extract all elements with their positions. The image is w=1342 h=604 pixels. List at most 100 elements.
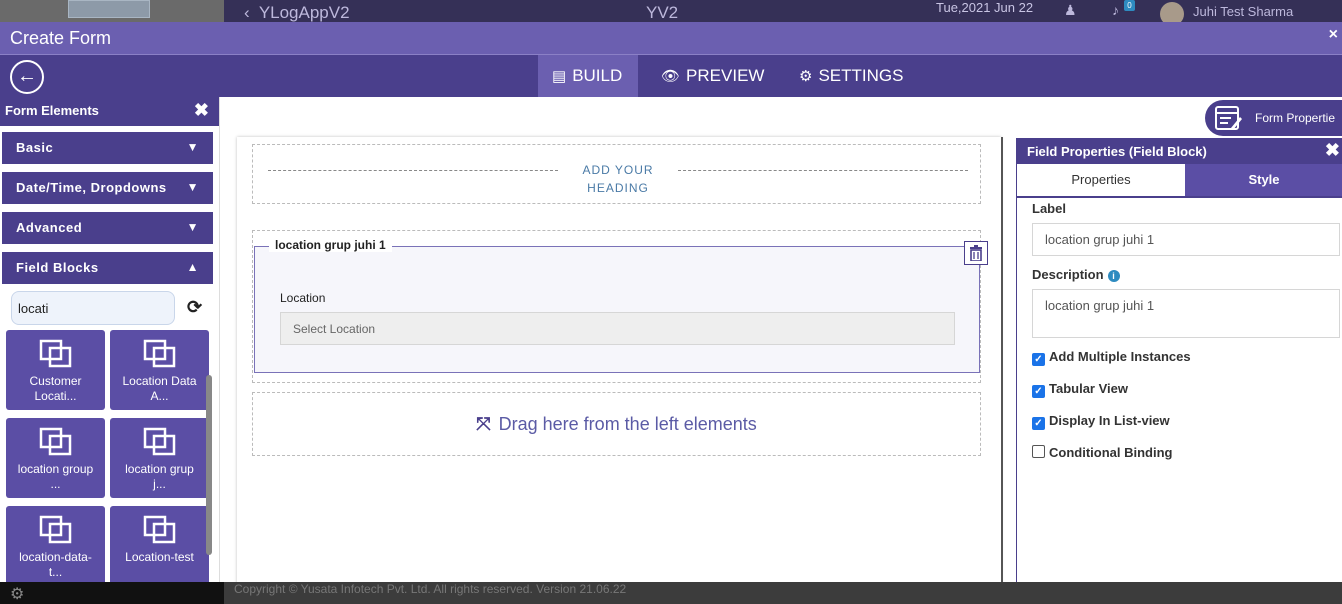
description-caption: Description i [1032,267,1120,282]
display-in-list-view-checkbox[interactable]: ✓ Display In List-view [1032,413,1170,430]
gear-icon: ⚙ [10,586,25,603]
properties-tabs: Properties Style [1017,164,1342,198]
checkbox-checked-icon[interactable]: ✓ [1032,417,1045,430]
tab-preview[interactable]: 👁 PREVIEW [647,55,778,97]
refresh-icon[interactable]: ⟳ [187,297,202,318]
close-icon[interactable]: ✖ [1325,140,1340,161]
info-icon[interactable]: i [1107,270,1120,282]
form-canvas-area: Form Propertie ADD YOUR HEADING location… [221,97,1342,586]
create-form-modal: Create Form × ← ▤ BUILD 👁 PREVIEW ⚙ SETTING… [0,22,1342,586]
field-block[interactable]: location grup juhi 1 Location Select Loc… [254,238,988,373]
tile-label: t... [48,565,63,579]
checkbox-checked-icon[interactable]: ✓ [1032,385,1045,398]
section-datetime-label: Date/Time, Dropdowns [16,180,167,195]
tab-properties[interactable]: Properties [1017,164,1185,196]
chevron-down-icon: ▼ [186,180,199,194]
checkbox-checked-icon[interactable]: ✓ [1032,353,1045,366]
tile-label: location-data- [19,550,92,564]
modal-title: Create Form [10,28,112,48]
tile-customer-location[interactable]: Customer Locati... [6,330,105,410]
tile-location-grup[interactable]: location grup j... [110,418,209,498]
heading-placeholder[interactable]: ADD YOUR HEADING [252,144,981,204]
close-icon[interactable]: ✖ [194,100,209,121]
tab-build[interactable]: ▤ BUILD [538,55,638,97]
form-canvas: ADD YOUR HEADING location grup juhi 1 Lo… [237,137,1001,586]
form-properties-icon [1215,106,1242,130]
divider [268,170,558,171]
expand-arrows-icon: ⤧ [476,414,491,434]
form-properties-button[interactable]: Form Propertie [1205,100,1342,136]
background-app-title: ‹ YLogAppV2 [244,3,350,22]
tile-label: j... [153,477,166,491]
form-elements-title: Form Elements [5,103,99,118]
tab-bar: ← ▤ BUILD 👁 PREVIEW ⚙ SETTINGS [0,55,1342,97]
tab-build-label: BUILD [572,66,623,85]
section-basic-label: Basic [16,140,54,155]
drop-zone[interactable]: ⤧ Drag here from the left elements [252,392,981,456]
delete-button[interactable] [964,241,988,265]
field-block-search: ⟳ [11,291,219,325]
section-field-blocks[interactable]: Field Blocks ▲ [2,252,213,284]
field-block-icon [143,515,175,544]
checkbox-label: Tabular View [1049,381,1128,396]
background-app-title-text: YLogAppV2 [258,3,350,22]
heading-line2: HEADING [587,181,649,195]
section-basic[interactable]: Basic ▼ [2,132,213,164]
runner-icon: ♟ [1064,2,1077,18]
arrow-left-icon: ← [17,65,37,87]
form-icon: ▤ [552,68,567,85]
background-date: Tue,2021 Jun 22 [936,0,1034,15]
location-field-label: Location [280,291,326,305]
background-topbar: ‹ YLogAppV2 YV2 Tue,2021 Jun 22 ♟ ♪ 0 Ju… [224,0,1342,26]
location-select[interactable]: Select Location [280,312,955,345]
checkbox-label: Display In List-view [1049,413,1170,428]
tile-label: Location Data [122,374,197,388]
field-properties-panel: Field Properties (Field Block) ✖ Propert… [1016,138,1342,582]
section-advanced[interactable]: Advanced ▼ [2,212,213,244]
footer-text: Copyright © Yusata Infotech Pvt. Ltd. Al… [234,582,627,596]
trash-icon [970,245,982,262]
tile-label: ... [50,477,61,491]
tile-location-test[interactable]: Location-test [110,506,209,582]
notification-badge: 0 [1124,0,1135,11]
tab-preview-label: PREVIEW [686,66,765,85]
tile-label: location group [17,462,94,476]
tile-label: Locati... [34,389,77,403]
background-footer-left: ⚙ [0,582,224,604]
background-footer: Copyright © Yusata Infotech Pvt. Ltd. Al… [224,582,1342,604]
conditional-binding-checkbox[interactable]: Conditional Binding [1032,445,1172,460]
label-input[interactable]: location grup juhi 1 [1032,223,1340,256]
field-block-legend: location grup juhi 1 [269,238,392,252]
field-properties-header: Field Properties (Field Block) ✖ [1017,138,1342,164]
modal-header: Create Form × [0,22,1342,55]
checkbox-unchecked-icon[interactable] [1032,445,1045,458]
tab-style[interactable]: Style [1185,164,1342,196]
add-multiple-instances-checkbox[interactable]: ✓ Add Multiple Instances [1032,349,1191,366]
field-block-icon [39,339,71,368]
tab-settings[interactable]: ⚙ SETTINGS [785,55,917,97]
left-panel-scrollbar[interactable] [206,375,212,555]
field-block-icon [39,515,71,544]
search-input[interactable] [11,291,175,325]
drop-zone-text: Drag here from the left elements [498,414,757,434]
checkbox-label: Conditional Binding [1049,445,1173,460]
field-block-container: location grup juhi 1 Location Select Loc… [252,230,988,383]
tile-location-data[interactable]: Location Data A... [110,330,209,410]
tile-label: A... [150,389,169,403]
background-thumbnail [68,0,150,18]
section-field-blocks-label: Field Blocks [16,260,99,275]
eye-icon: 👁 [661,68,681,85]
section-datetime-dropdowns[interactable]: Date/Time, Dropdowns ▼ [2,172,213,204]
modal-close-icon[interactable]: × [1329,26,1338,44]
description-input[interactable]: location grup juhi 1 [1032,289,1340,338]
field-block-icon [143,339,175,368]
tabular-view-checkbox[interactable]: ✓ Tabular View [1032,381,1128,398]
tile-location-group[interactable]: location group... [6,418,105,498]
tile-location-data-t[interactable]: location-data-t... [6,506,105,582]
back-button[interactable]: ← [10,60,44,94]
divider [678,170,968,171]
form-properties-label: Form Propertie [1255,111,1336,125]
background-sidebar [0,0,224,22]
form-elements-header: Form Elements ✖ [0,97,219,126]
background-user-name: Juhi Test Sharma [1193,4,1294,19]
